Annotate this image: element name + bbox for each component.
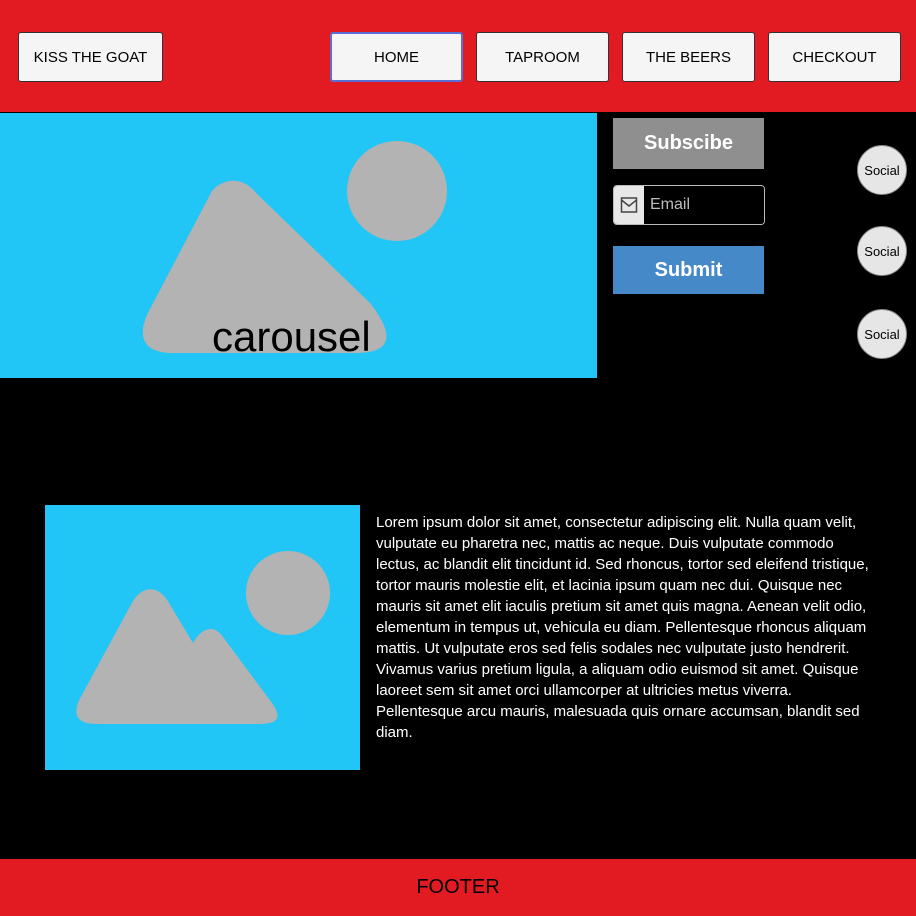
nav-checkout[interactable]: CHECKOUT <box>768 32 901 82</box>
nav-the-beers[interactable]: THE BEERS <box>622 32 755 82</box>
nav-home[interactable]: HOME <box>330 32 463 82</box>
email-field[interactable] <box>613 185 765 225</box>
social-button-3[interactable]: Social <box>857 309 907 359</box>
brand-button[interactable]: KISS THE GOAT <box>18 32 163 82</box>
page: KISS THE GOAT HOME TAPROOM THE BEERS CHE… <box>0 0 916 916</box>
header: KISS THE GOAT HOME TAPROOM THE BEERS CHE… <box>0 0 916 112</box>
footer: FOOTER <box>0 859 916 916</box>
nav-taproom[interactable]: TAPROOM <box>476 32 609 82</box>
subscribe-heading: Subscibe <box>613 118 764 169</box>
social-button-1[interactable]: Social <box>857 145 907 195</box>
envelope-icon <box>614 186 644 224</box>
content-text: Lorem ipsum dolor sit amet, consectetur … <box>376 514 869 741</box>
image-placeholder-icon <box>76 551 330 724</box>
carousel[interactable]: carousel <box>0 113 597 378</box>
social-button-2[interactable]: Social <box>857 226 907 276</box>
submit-button[interactable]: Submit <box>613 246 764 294</box>
email-input[interactable] <box>644 186 764 224</box>
carousel-label: carousel <box>212 313 371 360</box>
content-image <box>45 505 360 770</box>
